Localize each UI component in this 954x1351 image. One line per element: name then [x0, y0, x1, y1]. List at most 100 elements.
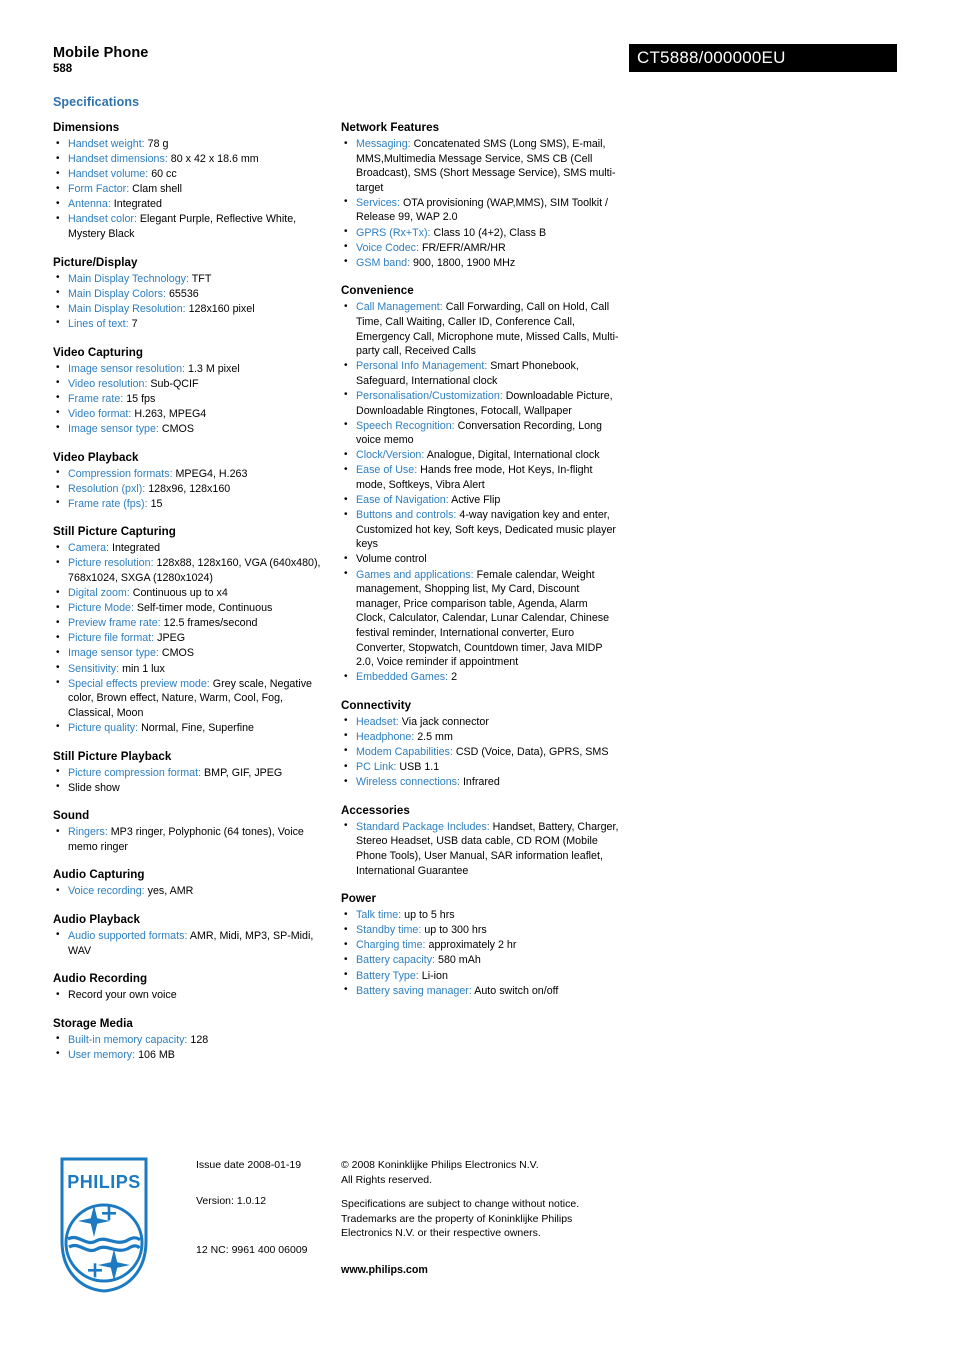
spec-item: Preview frame rate: 12.5 frames/second: [53, 616, 331, 631]
spec-item-label: Handset color:: [68, 213, 137, 226]
spec-item: Picture resolution: 128x88, 128x160, VGA…: [53, 556, 331, 585]
spec-item: Lines of text: 7: [53, 316, 331, 332]
spec-item-value: 1.3 M pixel: [188, 362, 240, 375]
spec-item-label: Ease of Navigation:: [356, 494, 449, 507]
spec-item-value: 80 x 42 x 18.6 mm: [170, 153, 259, 166]
spec-item-label: Picture file format:: [68, 632, 155, 645]
spec-group-title: Storage Media: [53, 1016, 133, 1030]
spec-item-label: Games and applications:: [356, 568, 474, 581]
philips-shield-icon: PHILIPS: [60, 1157, 148, 1293]
spec-item: User memory: 106 MB: [53, 1047, 331, 1063]
spec-item-value: MPEG4, H.263: [175, 467, 248, 480]
spec-item-label: User memory:: [68, 1048, 136, 1061]
spec-item: Standard Package Includes: Handset, Batt…: [341, 819, 619, 878]
spec-item-value: Integrated: [111, 542, 161, 555]
spec-group: Picture/Display Main Display Technology: …: [53, 255, 331, 332]
spec-item-label: Headset:: [356, 715, 399, 728]
left-spec-column: Dimensions Handset weight: 78 gHandset di…: [53, 120, 331, 1063]
spec-item-value: 2: [451, 671, 458, 684]
spec-group: Still Picture Playback Picture compressio…: [53, 749, 331, 796]
spec-item-label: Built-in memory capacity:: [68, 1033, 188, 1046]
spec-group-title: Dimensions: [53, 121, 120, 134]
spec-item: Personal Info Management: Smart Phoneboo…: [341, 359, 619, 388]
spec-item-list: Handset weight: 78 gHandset dimensions: …: [53, 137, 331, 242]
spec-item: Voice recording: yes, AMR: [53, 884, 331, 899]
spec-group: PowerTalk time: up to 5 hrsStandby time:…: [341, 891, 619, 998]
spec-item: Picture quality: Normal, Fine, Superfine: [53, 720, 331, 736]
spec-item: Modem Capabilities: CSD (Voice, Data), G…: [341, 744, 619, 760]
spec-group: Storage Media Built-in memory capacity: 1…: [53, 1016, 331, 1063]
spec-item-value: 128x96, 128x160: [148, 482, 231, 495]
product-number: 588: [53, 63, 73, 75]
spec-item-value: CMOS: [161, 422, 194, 435]
spec-group: Accessories Standard Package Includes: Ha…: [341, 803, 619, 878]
spec-item: Compression formats: MPEG4, H.263: [53, 466, 331, 482]
spec-item-label: GSM band:: [356, 256, 411, 269]
spec-item-list: Camera: IntegratedPicture resolution: 12…: [53, 541, 331, 735]
spec-item-label: Ease of Use:: [356, 464, 418, 477]
disclaimer-line-2: Trademarks are the property of Koninklij…: [341, 1212, 573, 1225]
spec-group: Audio Recording Record your own voice: [53, 971, 331, 1003]
spec-item-list: Compression formats: MPEG4, H.263Resolut…: [53, 466, 331, 512]
spec-item: Battery saving manager: Auto switch on/o…: [341, 983, 619, 999]
spec-item-label: Speech Recognition:: [356, 419, 455, 432]
spec-item-value: 128x160 pixel: [188, 302, 255, 315]
spec-item: Form Factor: Clam shell: [53, 182, 331, 197]
spec-item-label: GPRS (Rx+Tx):: [356, 226, 431, 239]
spec-item-value: up to 5 hrs: [404, 909, 455, 922]
spec-item-label: Clock/Version:: [356, 449, 425, 462]
spec-item: Handset weight: 78 g: [53, 137, 331, 152]
spec-group: Still Picture Capturing Camera: Integrate…: [53, 524, 331, 735]
spec-item: Battery Type: Li-ion: [341, 968, 619, 984]
spec-item: Main Display Colors: 65536: [53, 286, 331, 302]
spec-item: Messaging: Concatenated SMS (Long SMS), …: [341, 136, 619, 195]
spec-item-label: Headphone:: [356, 730, 415, 743]
spec-item: Embedded Games: 2: [341, 670, 619, 685]
spec-item: GPRS (Rx+Tx): Class 10 (4+2), Class B: [341, 225, 619, 241]
svg-text:PHILIPS: PHILIPS: [67, 1172, 141, 1192]
spec-item: Image sensor type: CMOS: [53, 421, 331, 437]
spec-item-label: Buttons and controls:: [356, 509, 457, 522]
spec-item: Main Display Resolution: 128x160 pixel: [53, 301, 331, 317]
spec-item-label: Form Factor:: [68, 183, 130, 196]
spec-item-value: Infrared: [462, 776, 500, 789]
spec-item-value: Volume control: [356, 553, 427, 566]
spec-item-label: Battery Type:: [356, 969, 419, 982]
spec-item: Clock/Version: Analogue, Digital, Intern…: [341, 448, 619, 463]
spec-item-value: Class 10 (4+2), Class B: [433, 226, 547, 239]
spec-item: Picture file format: JPEG: [53, 631, 331, 646]
spec-item-label: Voice Codec:: [356, 241, 419, 254]
spec-item-label: Services:: [356, 196, 400, 209]
philips-website-link[interactable]: www.philips.com: [341, 1263, 641, 1278]
spec-item-list: Talk time: up to 5 hrsStandby time: up t…: [341, 908, 619, 998]
specifications-heading: Specifications: [53, 95, 140, 109]
spec-item: Handset volume: 60 cc: [53, 167, 331, 182]
spec-item-value: Normal, Fine, Superfine: [141, 721, 254, 734]
spec-item: Special effects preview mode: Grey scale…: [53, 676, 331, 721]
spec-item: Built-in memory capacity: 128: [53, 1032, 331, 1048]
spec-group: Video Playback Compression formats: MPEG4…: [53, 450, 331, 512]
spec-item-label: Lines of text:: [68, 317, 129, 330]
spec-item-list: Main Display Technology: TFTMain Display…: [53, 271, 331, 332]
spec-item-label: Camera:: [68, 542, 109, 555]
spec-group-title: Network Features: [341, 121, 440, 134]
spec-group-title: Picture/Display: [53, 255, 138, 269]
footer-legal-info: © 2008 Koninklijke Philips Electronics N…: [341, 1158, 641, 1277]
spec-item-label: Talk time:: [356, 909, 402, 922]
spec-item-label: Battery saving manager:: [356, 984, 472, 997]
spec-item: Charging time: approximately 2 hr: [341, 938, 619, 953]
right-spec-column: Network Features Messaging: Concatenated …: [341, 120, 619, 999]
spec-group-title: Accessories: [341, 803, 410, 817]
spec-item-value: Continuous up to x4: [132, 587, 228, 600]
spec-item-value: TFT: [191, 272, 212, 285]
spec-item-value: min 1 lux: [122, 662, 165, 675]
spec-item-value: 60 cc: [151, 168, 177, 181]
spec-item-value: yes, AMR: [147, 885, 194, 898]
spec-item: Frame rate: 15 fps: [53, 391, 331, 407]
spec-item-value: 900, 1800, 1900 MHz: [413, 256, 516, 269]
copyright-line-1: © 2008 Koninklijke Philips Electronics N…: [341, 1159, 539, 1171]
spec-item-value: 15 fps: [126, 392, 156, 405]
issue-date: Issue date 2008-01-19: [196, 1159, 302, 1171]
spec-group-title: Sound: [53, 809, 90, 823]
disclaimer-line-3: Electronics N.V. or their respective own…: [341, 1227, 541, 1239]
